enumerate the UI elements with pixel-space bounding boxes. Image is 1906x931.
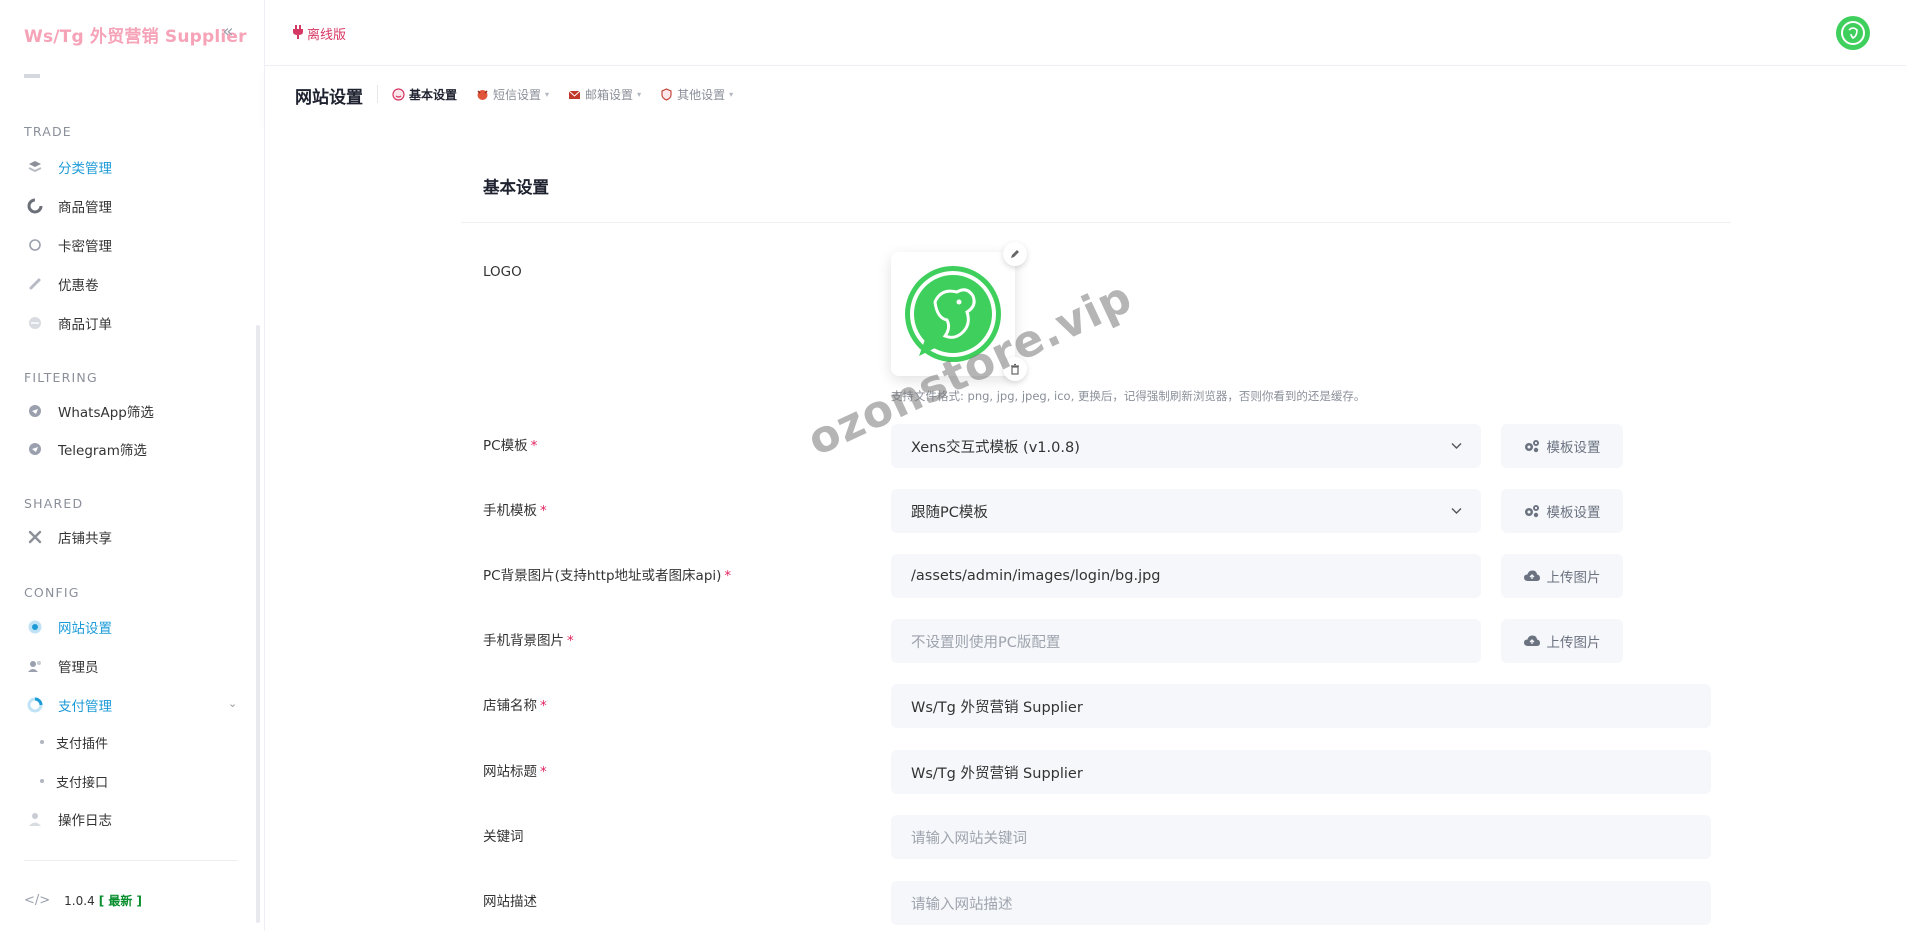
tab-basic[interactable]: 基本设置 [391,86,457,103]
keywords-input[interactable]: 请输入网站关键词 [891,815,1711,859]
sidebar-item-shop-share[interactable]: 店铺共享 [24,524,112,550]
caret-icon: ▾ [545,90,550,99]
card-divider [461,222,1731,223]
plug-icon [293,24,303,43]
caret-icon: ▾ [637,90,642,99]
gears-icon [1524,504,1540,518]
section-shared: SHARED [24,496,84,511]
card-title: 基本设置 [483,178,549,197]
offline-badge[interactable]: 离线版 [293,24,346,43]
logo-label: LOGO [483,264,522,280]
title-divider [377,85,378,103]
gears-icon [1524,439,1540,453]
chevron-down-icon [1451,439,1462,449]
version-number: 1.0.4 [64,893,95,908]
section-filtering: FILTERING [24,370,98,385]
logo-preview[interactable] [891,252,1015,376]
sidebar-item-site-settings[interactable]: 网站设置 [24,614,112,640]
sidebar: Ws/Tg 外贸营销 Supplier « TRADE 分类管理 商品管理 卡密… [0,0,265,931]
sidebar-item-op-log[interactable]: 操作日志 [24,806,112,832]
users-icon [24,655,46,677]
logo-hint: 支持文件格式: png, jpg, jpeg, ico, 更换后，记得强制刷新浏… [891,389,1366,403]
version-info[interactable]: </> 1.0.4 [ 最新 ] [24,892,142,909]
sidebar-item-goods[interactable]: 商品管理 [24,193,112,219]
pc-template-label: PC模板 * [483,438,538,454]
sidebar-item-payment-api[interactable]: 支付接口 [40,770,108,792]
page-header: 网站设置 基本设置 短信设置 ▾ 邮箱设置 ▾ 其他设置 ▾ [265,66,1906,122]
cloud-upload-icon [1523,570,1540,582]
site-title-input[interactable]: Ws/Tg 外贸营销 Supplier [891,750,1711,794]
sidebar-item-payment[interactable]: 支付管理 [24,692,112,718]
logo-image [905,266,1001,362]
tab-other[interactable]: 其他设置 ▾ [659,86,733,103]
cloud-upload-icon [1523,635,1540,647]
sidebar-item-whatsapp[interactable]: WhatsApp筛选 [24,398,154,424]
version-tag: [ 最新 ] [98,894,143,908]
devil-icon [475,88,489,102]
mobile-background-label: 手机背景图片 * [483,633,574,649]
user-avatar[interactable] [1836,16,1870,50]
description-label: 网站描述 [483,894,537,910]
chevron-down-icon [1451,504,1462,514]
tab-sms[interactable]: 短信设置 ▾ [475,86,549,103]
pc-background-label: PC背景图片(支持http地址或者图床api) * [483,568,732,584]
sidebar-item-telegram[interactable]: Telegram筛选 [24,436,147,462]
pencil-icon [1011,250,1019,258]
sidebar-item-card[interactable]: 卡密管理 [24,232,112,258]
sidebar-item-category[interactable]: 分类管理 [24,154,112,180]
sidebar-divider [24,860,238,861]
trash-icon [1011,363,1019,375]
send-icon [24,438,46,460]
site-title-label: 网站标题 * [483,764,547,780]
mobile-template-label: 手机模板 * [483,503,547,519]
circle-icon [24,234,46,256]
sidebar-item-payment-plugin[interactable]: 支付插件 [40,731,108,753]
bullet-icon [40,740,44,744]
mobile-template-select[interactable]: 跟随PC模板 [891,489,1481,533]
donut-chart-icon [24,694,46,716]
description-input[interactable]: 请输入网站描述 [891,881,1711,925]
tab-email[interactable]: 邮箱设置 ▾ [567,86,641,103]
pc-template-settings-button[interactable]: 模板设置 [1501,424,1623,468]
mobile-background-input[interactable]: 不设置则使用PC版配置 [891,619,1481,663]
shield-icon [659,88,673,102]
caret-icon: ▾ [729,90,734,99]
pc-template-select[interactable]: Xens交互式模板 (v1.0.8) [891,424,1481,468]
settings-tabs: 基本设置 短信设置 ▾ 邮箱设置 ▾ 其他设置 ▾ [391,86,733,103]
bullet-icon [40,779,44,783]
sidebar-item-coupon[interactable]: 优惠卷 [24,271,99,297]
smile-icon [391,88,405,102]
sidebar-item-orders[interactable]: 商品订单 [24,310,112,336]
topbar: 离线版 [265,0,1906,66]
page-title: 网站设置 [295,88,363,108]
refresh-icon [24,195,46,217]
section-trade: TRADE [24,124,72,139]
sidebar-item-admin[interactable]: 管理员 [24,653,99,679]
gear-icon [24,616,46,638]
pc-background-upload-button[interactable]: 上传图片 [1501,554,1623,598]
keywords-label: 关键词 [483,829,524,845]
user-log-icon [24,808,46,830]
collapse-sidebar-icon[interactable]: « [218,22,238,42]
tools-icon [24,526,46,548]
layers-icon [24,156,46,178]
shop-name-input[interactable]: Ws/Tg 外贸营销 Supplier [891,684,1711,728]
mobile-template-settings-button[interactable]: 模板设置 [1501,489,1623,533]
edit-logo-button[interactable] [1003,242,1027,266]
sidebar-item-partial [24,68,114,84]
shop-name-label: 店铺名称 * [483,698,547,714]
code-icon: </> [24,893,51,908]
settings-form: 基本设置 LOGO 支持文件格式: png, jpg, jpeg, ico, 更… [265,122,1906,931]
send-icon [24,400,46,422]
link-icon [24,273,46,295]
orders-icon [24,312,46,334]
delete-logo-button[interactable] [1003,357,1027,381]
chevron-down-icon[interactable]: ⌄ [228,697,240,710]
pc-background-input[interactable]: /assets/admin/images/login/bg.jpg [891,554,1481,598]
brand-title[interactable]: Ws/Tg 外贸营销 Supplier [24,22,247,47]
mobile-background-upload-button[interactable]: 上传图片 [1501,619,1623,663]
mail-icon [567,88,581,102]
section-config: CONFIG [24,585,80,600]
sidebar-scrollbar[interactable] [256,325,260,923]
